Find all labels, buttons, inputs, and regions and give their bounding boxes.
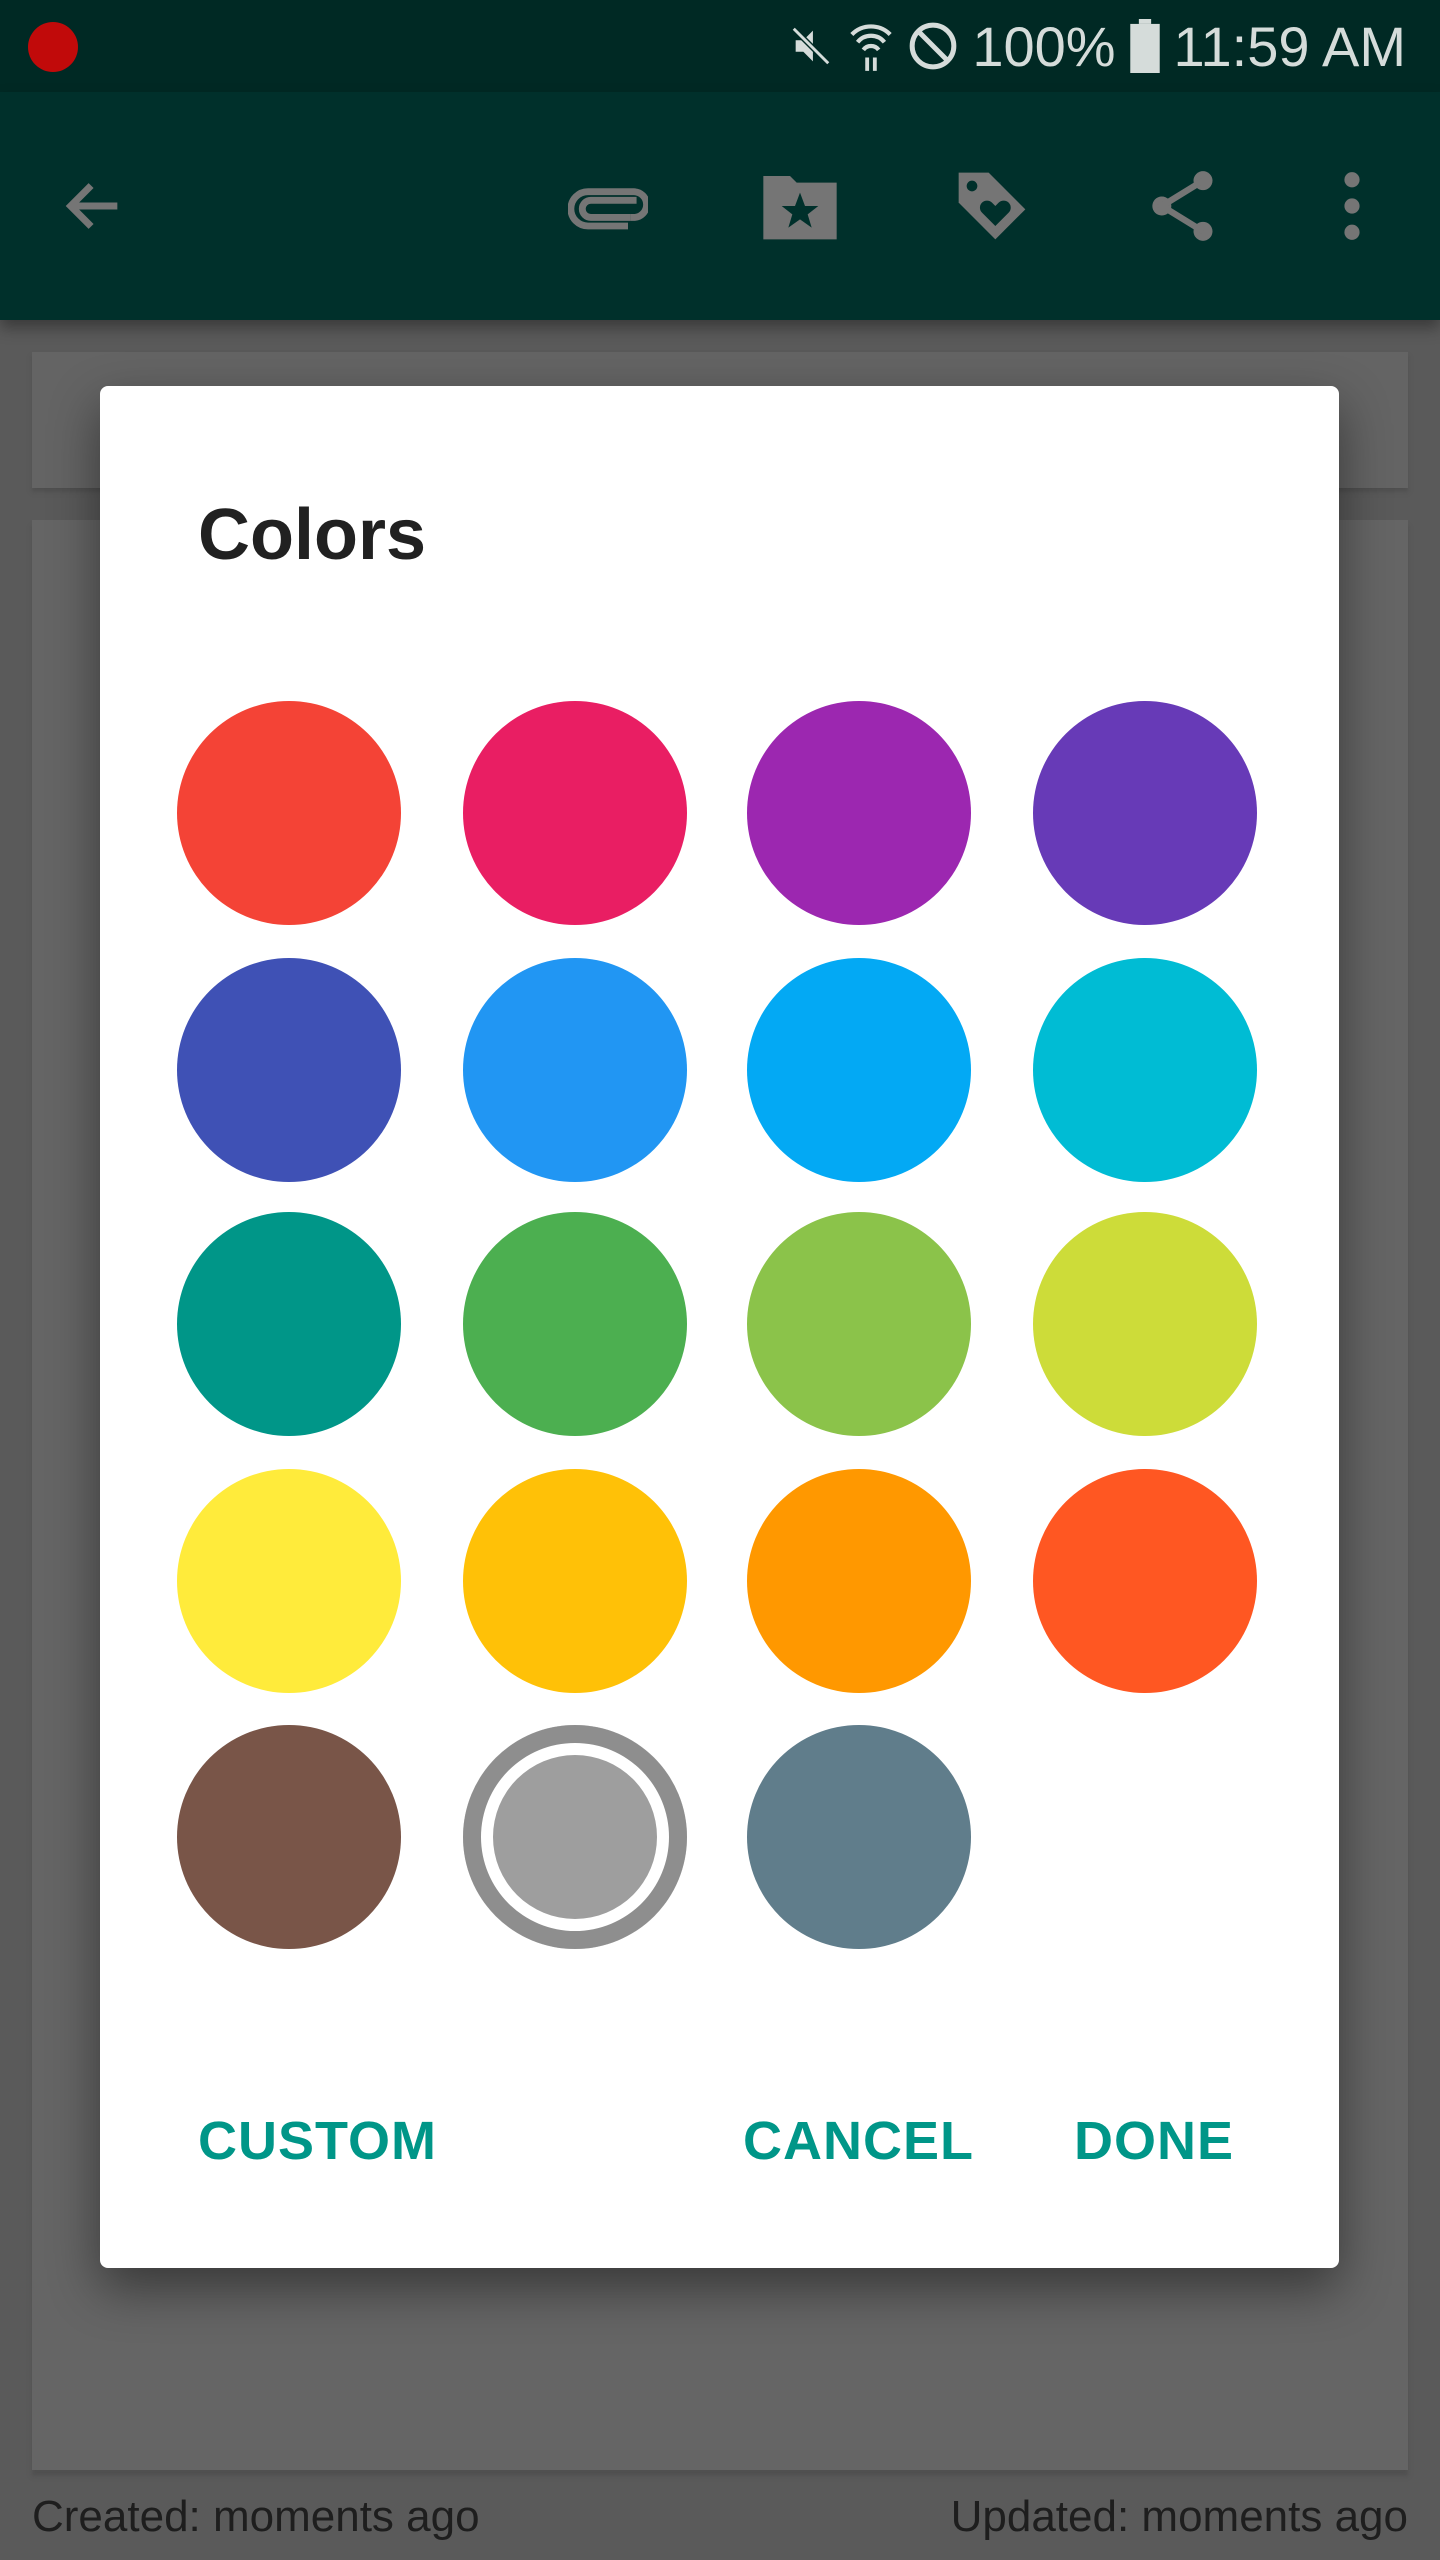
- more-vert-icon[interactable]: [1312, 166, 1392, 246]
- mute-icon: [792, 26, 831, 66]
- custom-button[interactable]: CUSTOM: [198, 2110, 437, 2172]
- color-swatch-red[interactable]: [177, 701, 401, 925]
- dialog-title: Colors: [198, 495, 427, 575]
- color-swatch-amber[interactable]: [463, 1469, 687, 1693]
- color-swatch-brown[interactable]: [177, 1725, 401, 1949]
- created-label: Created: moments ago: [32, 2492, 480, 2541]
- color-swatch-indigo[interactable]: [177, 958, 401, 1182]
- color-swatch-lime[interactable]: [1033, 1212, 1257, 1436]
- colors-dialog: Colors CUSTOM CANCEL DONE: [100, 386, 1339, 2268]
- record-dot-icon: [28, 22, 78, 72]
- done-button[interactable]: DONE: [1074, 2110, 1234, 2172]
- color-swatch-deep-purple[interactable]: [1033, 701, 1257, 925]
- do-not-disturb-icon: [909, 22, 957, 70]
- attachment-icon[interactable]: [568, 166, 648, 246]
- folder-star-icon[interactable]: [760, 166, 840, 246]
- toolbar: [0, 92, 1440, 320]
- status-bar: 100% 11:59 AM: [0, 0, 1440, 92]
- color-swatch-blue-grey[interactable]: [747, 1725, 971, 1949]
- color-swatch-orange[interactable]: [747, 1469, 971, 1693]
- back-arrow-icon[interactable]: [54, 166, 134, 246]
- clock: 11:59 AM: [1173, 14, 1406, 78]
- battery-percent: 100%: [972, 14, 1116, 78]
- color-swatch-yellow[interactable]: [177, 1469, 401, 1693]
- updated-label: Updated: moments ago: [950, 2492, 1408, 2541]
- cancel-button[interactable]: CANCEL: [743, 2110, 974, 2172]
- color-swatch-grey[interactable]: [463, 1725, 687, 1949]
- color-swatch-deep-orange[interactable]: [1033, 1469, 1257, 1693]
- battery-icon: [1129, 19, 1160, 73]
- color-swatch-light-blue[interactable]: [747, 958, 971, 1182]
- color-swatch-purple[interactable]: [747, 701, 971, 925]
- tag-heart-icon[interactable]: [952, 166, 1032, 246]
- color-swatch-cyan[interactable]: [1033, 958, 1257, 1182]
- color-swatch-green[interactable]: [463, 1212, 687, 1436]
- color-swatch-light-green[interactable]: [747, 1212, 971, 1436]
- share-icon[interactable]: [1144, 166, 1224, 246]
- color-swatch-teal[interactable]: [177, 1212, 401, 1436]
- color-swatch-pink[interactable]: [463, 701, 687, 925]
- wifi-icon: [850, 24, 892, 71]
- color-swatch-blue[interactable]: [463, 958, 687, 1182]
